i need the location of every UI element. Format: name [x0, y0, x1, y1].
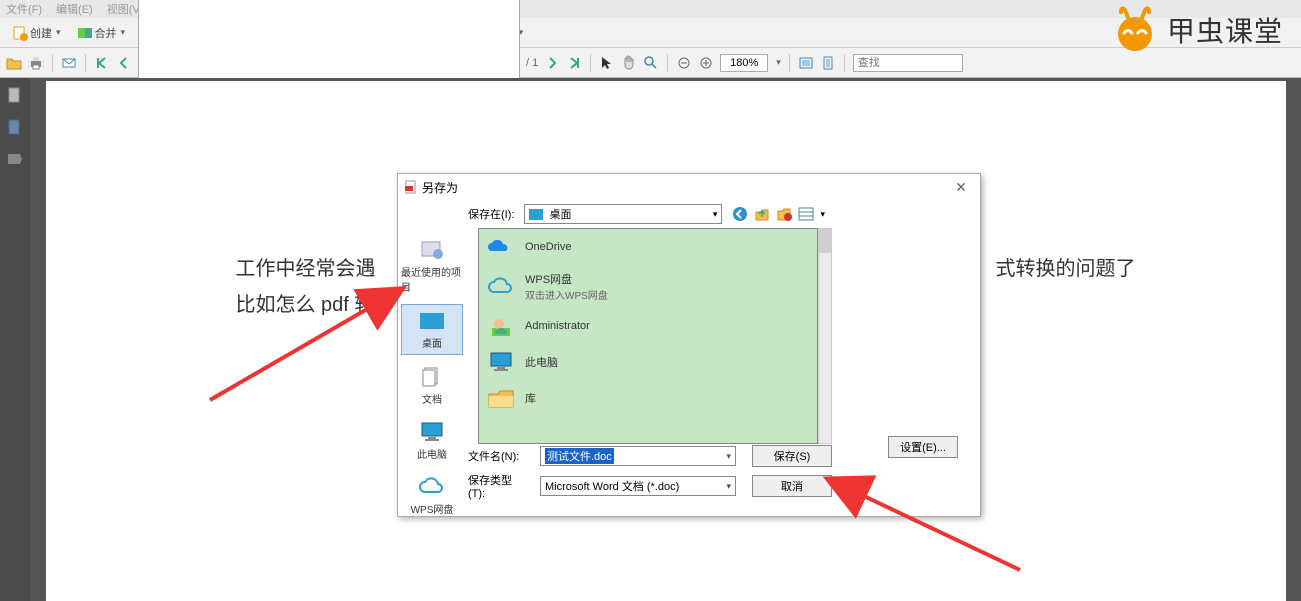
menu-file[interactable]: 文件(F) — [6, 1, 42, 17]
dialog-close-button[interactable]: ✕ — [948, 177, 974, 197]
page-prev-icon[interactable] — [116, 55, 132, 71]
cancel-button[interactable]: 取消 — [752, 475, 832, 497]
dialog-file-list[interactable]: OneDrive WPS网盘双击进入WPS网盘 Administrator 此电… — [478, 228, 818, 444]
filename-combo[interactable]: 测试文件.doc▾ — [540, 446, 736, 466]
library-icon — [487, 386, 515, 410]
brand-logo-icon — [1111, 6, 1159, 54]
open-icon[interactable] — [6, 55, 22, 71]
doc-line1-left: 工作中经常会遇 — [236, 251, 376, 287]
zoom-input[interactable] — [720, 54, 768, 72]
menu-edit[interactable]: 编辑(E) — [56, 1, 93, 17]
zoom-in-icon[interactable] — [698, 55, 714, 71]
toolbar-secondary: / 1 ▾ — [0, 48, 1301, 78]
pages-panel-icon[interactable] — [6, 86, 24, 104]
desktop-icon — [529, 209, 543, 220]
find-input[interactable] — [853, 54, 963, 72]
page-last-icon[interactable] — [566, 55, 582, 71]
email-icon[interactable] — [61, 55, 77, 71]
list-item[interactable]: 库 — [479, 380, 817, 416]
filename-label: 文件名(N): — [468, 448, 528, 464]
documents-icon — [418, 365, 446, 389]
brand-watermark: 甲虫课堂 — [1111, 6, 1283, 54]
bookmarks-panel-icon[interactable] — [6, 118, 24, 136]
pdf-icon — [404, 180, 418, 194]
page-next-icon[interactable] — [544, 55, 560, 71]
list-item[interactable]: Administrator — [479, 308, 817, 344]
fit-width-icon[interactable] — [798, 55, 814, 71]
onedrive-icon — [487, 235, 515, 259]
cloud-icon — [487, 275, 515, 299]
create-icon — [12, 25, 28, 41]
hand-tool-icon[interactable] — [621, 55, 637, 71]
new-folder-icon[interactable] — [776, 206, 792, 222]
pc-icon — [418, 420, 446, 444]
select-tool-icon[interactable] — [599, 55, 615, 71]
cloud-icon — [418, 475, 446, 499]
places-documents[interactable]: 文档 — [401, 361, 463, 410]
places-thispc[interactable]: 此电脑 — [401, 416, 463, 465]
list-item[interactable]: WPS网盘双击进入WPS网盘 — [479, 265, 817, 308]
places-desktop[interactable]: 桌面 — [401, 304, 463, 355]
doc-line1-right: 式转换的问题了 — [996, 251, 1136, 287]
zoom-out-icon[interactable] — [676, 55, 692, 71]
dialog-places-bar: 最近使用的项目 桌面 文档 此电脑 WPS网盘 — [398, 200, 466, 520]
save-in-label: 保存在(I): — [468, 206, 514, 222]
side-panel — [0, 78, 30, 601]
user-icon — [487, 314, 515, 338]
places-wps[interactable]: WPS网盘 — [401, 471, 463, 520]
dialog-titlebar[interactable]: 另存为 ✕ — [398, 174, 980, 200]
dialog-title: 另存为 — [422, 179, 458, 196]
filetype-label: 保存类型(T): — [468, 472, 528, 500]
places-recent[interactable]: 最近使用的项目 — [401, 234, 463, 298]
save-in-combo[interactable]: 桌面 ▾ — [524, 204, 722, 224]
fit-page-icon[interactable] — [820, 55, 836, 71]
attachments-panel-icon[interactable] — [6, 150, 24, 168]
merge-icon — [77, 25, 93, 41]
filetype-combo[interactable]: Microsoft Word 文档 (*.doc)▾ — [540, 476, 736, 496]
recent-icon — [418, 238, 446, 262]
merge-button[interactable]: 合并▾ — [71, 23, 132, 43]
back-icon[interactable] — [732, 206, 748, 222]
list-item[interactable]: OneDrive — [479, 229, 817, 265]
list-scrollbar[interactable] — [818, 228, 832, 444]
zoom-tool-icon[interactable] — [643, 55, 659, 71]
save-as-dialog: 另存为 ✕ 保存在(I): 桌面 ▾ ▾ 最近使用的项目 桌面 文 — [397, 173, 981, 517]
desktop-icon — [418, 309, 446, 333]
view-menu-icon[interactable] — [798, 206, 814, 222]
page-total: / 1 — [526, 57, 538, 69]
brand-text: 甲虫课堂 — [1167, 10, 1283, 50]
create-button[interactable]: 创建▾ — [6, 23, 67, 43]
up-icon[interactable] — [754, 206, 770, 222]
list-item[interactable]: 此电脑 — [479, 344, 817, 380]
page-first-icon[interactable] — [94, 55, 110, 71]
print-icon[interactable] — [28, 55, 44, 71]
save-button[interactable]: 保存(S) — [752, 445, 832, 467]
pc-icon — [487, 350, 515, 374]
